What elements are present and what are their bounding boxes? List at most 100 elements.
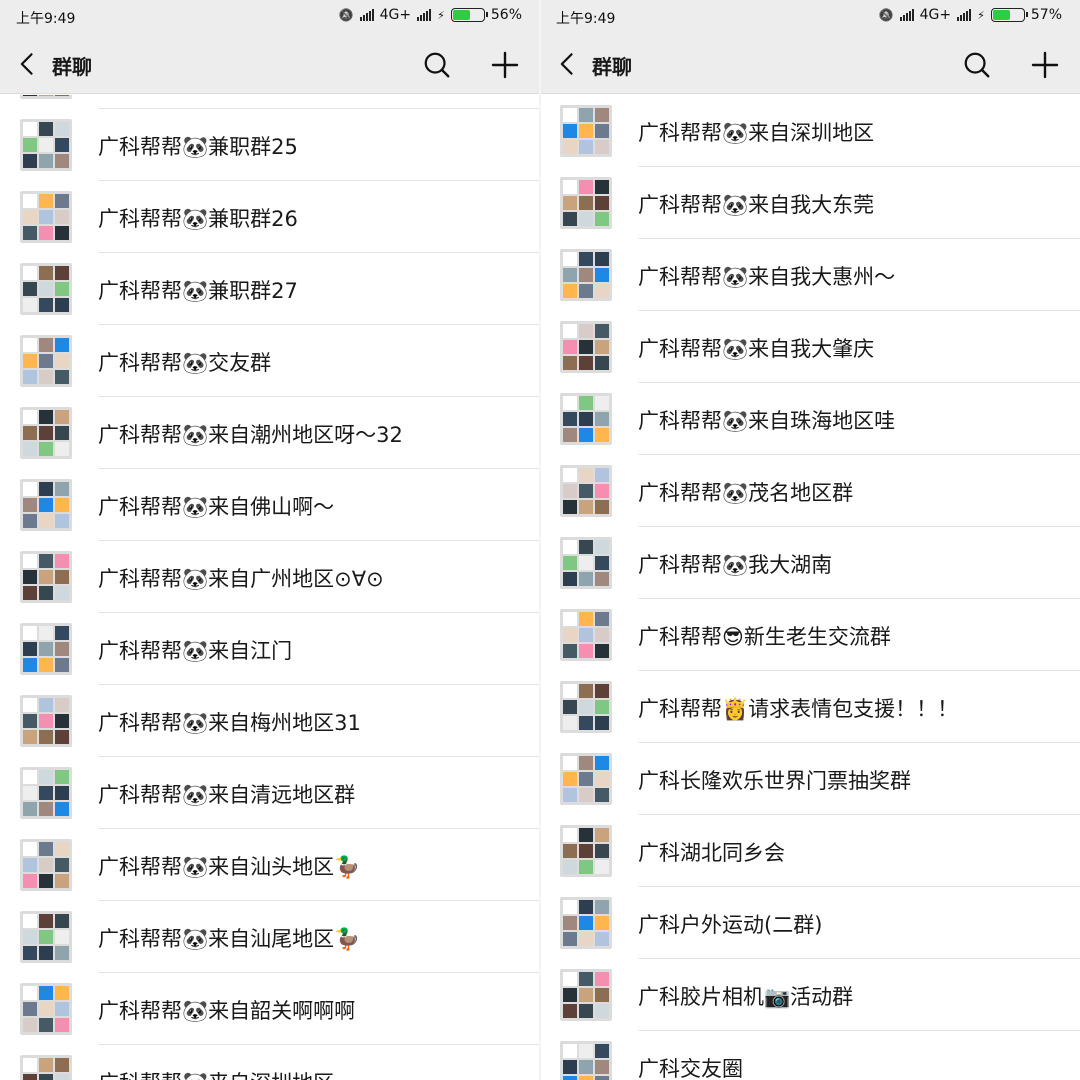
group-list: 广科帮帮🐼兼职群25 广科帮帮🐼兼职群26 广科帮帮🐼兼职群27 广科帮帮🐼交友群广科… (0, 95, 540, 1080)
plus-icon (491, 51, 519, 79)
group-name: 广科帮帮🐼来自韶关啊啊啊 (98, 999, 356, 1023)
charging-icon: ⚡ (977, 8, 985, 22)
group-name: 广科帮帮👸请求表情包支援！！！ (638, 697, 959, 721)
list-item[interactable]: 广科帮帮🐼我大湖南 (540, 527, 1080, 599)
search-button[interactable] (422, 50, 452, 80)
page-title: 群聊 (592, 55, 632, 79)
group-avatar (560, 177, 612, 229)
group-name: 广科湖北同乡会 (638, 841, 785, 865)
list-item[interactable]: 广科帮帮🐼兼职群27 (0, 253, 540, 325)
search-icon (424, 52, 450, 78)
group-name: 广科帮帮🐼来自汕尾地区🦆 (98, 927, 361, 951)
back-button[interactable] (554, 50, 582, 78)
group-avatar (560, 609, 612, 661)
signal-icon-2 (957, 9, 972, 21)
page-title: 群聊 (52, 55, 92, 79)
list-item[interactable]: 广科帮帮🐼来自潮州地区呀～32 (0, 397, 540, 469)
status-time: 上午9:49 (16, 11, 76, 27)
battery-icon (990, 8, 1028, 22)
list-item[interactable] (0, 95, 540, 109)
group-avatar (560, 681, 612, 733)
search-button[interactable] (962, 50, 992, 80)
mute-icon: 🔕 (878, 8, 894, 22)
list-item[interactable]: 广科湖北同乡会 (540, 815, 1080, 887)
group-name: 广科帮帮🐼来自深圳地区 (638, 121, 875, 145)
group-name: 广科帮帮🐼来自珠海地区哇 (638, 409, 896, 433)
status-icons: 🔕 4G+ ⚡ 56% (339, 7, 522, 23)
list-item[interactable]: 广科帮帮🐼来自深圳地区 (0, 1045, 540, 1080)
group-name: 广科交友圈 (638, 1057, 743, 1080)
group-avatar (20, 623, 72, 675)
add-button[interactable] (489, 49, 521, 81)
battery-percent: 57% (1030, 7, 1062, 23)
group-name: 广科帮帮🐼来自佛山啊～ (98, 495, 335, 519)
group-avatar (20, 767, 72, 819)
list-item[interactable]: 广科帮帮🐼来自韶关啊啊啊 (0, 973, 540, 1045)
group-avatar (560, 321, 612, 373)
list-item[interactable]: 广科帮帮🐼来自汕头地区🦆 (0, 829, 540, 901)
list-item[interactable]: 广科帮帮🐼兼职群25 (0, 109, 540, 181)
group-name: 广科帮帮🐼交友群 (98, 351, 272, 375)
screen-divider (539, 0, 541, 1080)
group-name: 广科帮帮🐼来自清远地区群 (98, 783, 356, 807)
list-item[interactable]: 广科帮帮🐼交友群 (0, 325, 540, 397)
list-item[interactable]: 广科帮帮🐼来自我大肇庆 (540, 311, 1080, 383)
status-time: 上午9:49 (556, 11, 616, 27)
list-item[interactable]: 广科帮帮🐼来自清远地区群 (0, 757, 540, 829)
group-name: 广科帮帮🐼来自我大肇庆 (638, 337, 875, 361)
group-avatar (20, 335, 72, 387)
list-item[interactable]: 广科帮帮😎新生老生交流群 (540, 599, 1080, 671)
group-name: 广科帮帮🐼来自我大惠州～ (638, 265, 896, 289)
charging-icon: ⚡ (437, 8, 445, 22)
list-item[interactable]: 广科帮帮🐼来自江门 (0, 613, 540, 685)
list-item[interactable]: 广科帮帮🐼来自广州地区⊙∀⊙ (0, 541, 540, 613)
group-name: 广科帮帮🐼来自梅州地区31 (98, 711, 361, 735)
group-avatar (560, 105, 612, 157)
group-avatar (20, 407, 72, 459)
add-button[interactable] (1029, 49, 1061, 81)
network-type: 4G+ (919, 7, 952, 23)
group-avatar (20, 1055, 72, 1080)
battery-icon (450, 8, 488, 22)
group-avatar (560, 753, 612, 805)
group-name: 广科胶片相机📷活动群 (638, 985, 854, 1009)
group-avatar (20, 191, 72, 243)
list-item[interactable]: 广科帮帮🐼来自我大东莞 (540, 167, 1080, 239)
list-item[interactable]: 广科帮帮🐼兼职群26 (0, 181, 540, 253)
group-avatar (20, 95, 72, 99)
group-name: 广科帮帮🐼我大湖南 (638, 553, 833, 577)
group-name: 广科帮帮🐼兼职群25 (98, 135, 298, 159)
list-item[interactable]: 广科帮帮🐼来自梅州地区31 (0, 685, 540, 757)
list-item[interactable]: 广科帮帮🐼来自珠海地区哇 (540, 383, 1080, 455)
search-icon (964, 52, 990, 78)
group-name: 广科户外运动(二群) (638, 913, 823, 937)
screen-left: 上午9:49 🔕 4G+ ⚡ 56% 群聊 广科帮帮🐼兼职群25 广科帮帮🐼兼职群26 广科帮帮… (0, 0, 540, 1080)
group-avatar (560, 897, 612, 949)
list-item[interactable]: 广科帮帮🐼来自我大惠州～ (540, 239, 1080, 311)
signal-icon-2 (417, 9, 432, 21)
back-button[interactable] (14, 50, 42, 78)
plus-icon (1031, 51, 1059, 79)
status-bar: 上午9:49 🔕 4G+ ⚡ 57% (540, 0, 1080, 34)
list-item[interactable]: 广科胶片相机📷活动群 (540, 959, 1080, 1031)
group-name: 广科长隆欢乐世界门票抽奖群 (638, 769, 911, 793)
list-item[interactable]: 广科帮帮🐼来自汕尾地区🦆 (0, 901, 540, 973)
signal-icon (899, 9, 914, 21)
list-item[interactable]: 广科户外运动(二群) (540, 887, 1080, 959)
group-avatar (20, 119, 72, 171)
chevron-left-icon (560, 53, 573, 75)
group-avatar (560, 465, 612, 517)
battery-percent: 56% (490, 7, 522, 23)
group-name: 广科帮帮🐼来自汕头地区🦆 (98, 855, 361, 879)
list-item[interactable]: 广科帮帮🐼茂名地区群 (540, 455, 1080, 527)
list-item[interactable]: 广科帮帮🐼来自深圳地区 (540, 95, 1080, 167)
group-name: 广科帮帮🐼来自潮州地区呀～32 (98, 423, 403, 447)
group-avatar (20, 551, 72, 603)
group-avatar (560, 393, 612, 445)
group-name: 广科帮帮🐼来自我大东莞 (638, 193, 875, 217)
list-item[interactable]: 广科交友圈 (540, 1031, 1080, 1080)
list-item[interactable]: 广科长隆欢乐世界门票抽奖群 (540, 743, 1080, 815)
list-item[interactable]: 广科帮帮👸请求表情包支援！！！ (540, 671, 1080, 743)
list-item[interactable]: 广科帮帮🐼来自佛山啊～ (0, 469, 540, 541)
group-avatar (20, 839, 72, 891)
